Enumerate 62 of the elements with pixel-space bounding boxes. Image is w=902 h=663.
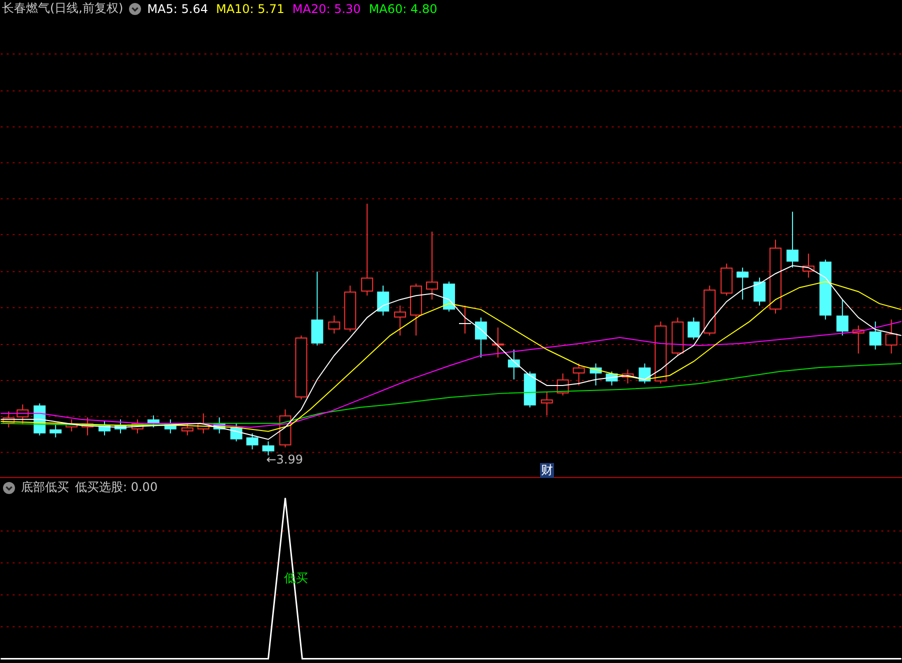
- candlestick: [197, 412, 210, 434]
- candlestick: [164, 418, 176, 434]
- candlestick: [410, 283, 422, 336]
- moving-average-label: MA10: 5.71: [216, 2, 284, 16]
- candlestick: [556, 372, 569, 396]
- chevron-down-icon[interactable]: [3, 482, 15, 494]
- indicator-name: 底部低买: [21, 479, 69, 496]
- candlestick: [131, 418, 144, 434]
- candlestick: [458, 305, 472, 334]
- candlestick: [230, 422, 242, 442]
- candlestick: [474, 317, 487, 358]
- candlestick: [492, 327, 504, 358]
- candlestick: [524, 370, 536, 408]
- candlestick: [622, 368, 634, 384]
- candlestick: [394, 305, 406, 336]
- finance-badge[interactable]: 财: [540, 463, 554, 478]
- candlestick: [147, 414, 160, 428]
- candlestick: [836, 299, 848, 336]
- candlestick: [377, 285, 390, 316]
- candlestick: [426, 231, 438, 300]
- candlestick: [262, 440, 274, 456]
- candlestick: [819, 259, 832, 320]
- candlestick: [754, 277, 766, 306]
- candlestick: [344, 285, 356, 332]
- candlestick: [572, 362, 585, 386]
- candlestick: [638, 362, 651, 384]
- candlestick: [279, 408, 292, 448]
- low-price-marker: ←3.99: [266, 452, 303, 466]
- candlestick: [443, 281, 455, 312]
- candlestick: [654, 321, 667, 384]
- moving-average-label: MA20: 5.30: [292, 2, 361, 16]
- candlestick: [590, 362, 602, 386]
- stock-title: 长春燃气(日线,前复权): [2, 0, 124, 18]
- candlestick: [606, 370, 618, 386]
- candlestick: [672, 317, 684, 356]
- candlestick: [328, 315, 340, 334]
- candlestick: [2, 410, 15, 428]
- candlestick: [246, 432, 258, 450]
- candlestick: [98, 420, 110, 436]
- candlestick: [786, 211, 798, 268]
- candlestick: [736, 267, 749, 300]
- candlestick: [508, 348, 520, 380]
- candlestick: [181, 422, 194, 436]
- chevron-down-icon[interactable]: [129, 2, 142, 15]
- candlestick: [704, 285, 716, 336]
- candlestick: [82, 416, 94, 436]
- candlestick: [802, 253, 814, 278]
- candlestick: [688, 317, 700, 340]
- candlestick: [852, 325, 864, 354]
- candlestick: [213, 416, 226, 434]
- candlestick: [540, 390, 553, 416]
- candlestick: [50, 424, 62, 438]
- indicator-reading: 低买选股: 0.00: [75, 479, 158, 496]
- candlestick: [66, 418, 78, 432]
- moving-average-label: MA5: 5.64: [147, 2, 208, 16]
- candlestick: [869, 321, 882, 350]
- candlestick: [720, 263, 733, 296]
- candlestick: [295, 335, 308, 400]
- candlestick: [16, 404, 29, 425]
- candlestick: [885, 319, 898, 354]
- candlestick: [114, 418, 126, 434]
- moving-average-label: MA60: 4.80: [368, 2, 438, 16]
